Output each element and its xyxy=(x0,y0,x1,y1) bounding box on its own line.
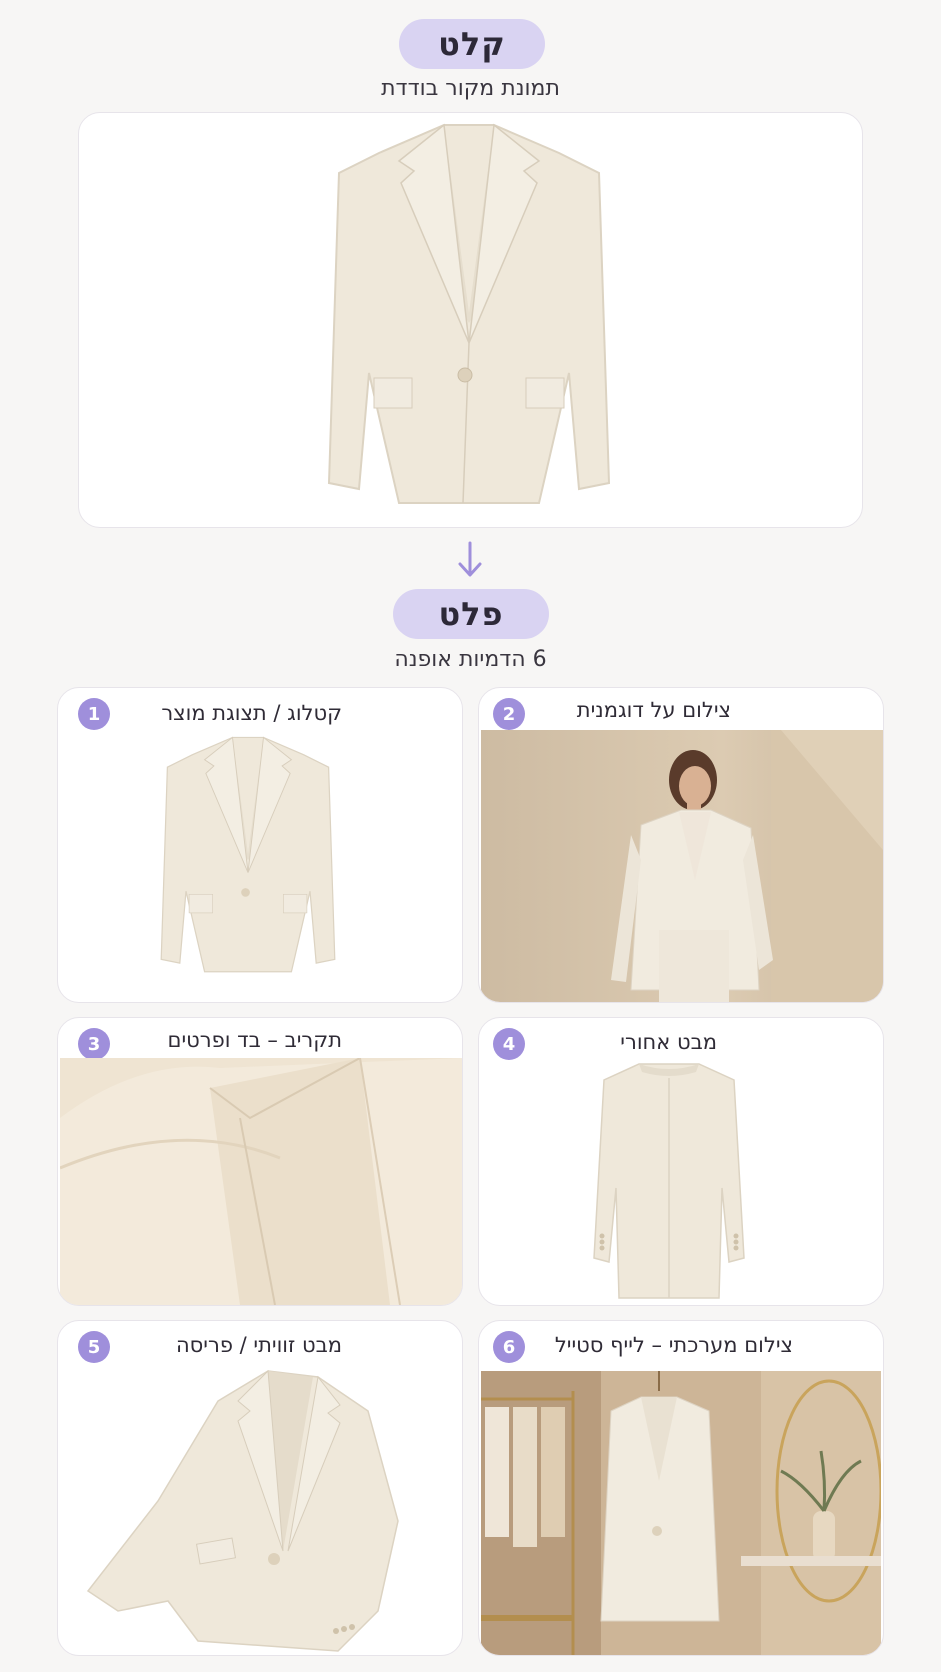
panel-number-badge: 1 xyxy=(78,698,110,730)
output-label-pill: פלט xyxy=(393,589,549,639)
angle-view-image xyxy=(78,1361,444,1653)
output-subtitle: 6 הדמיות אופנה xyxy=(394,647,547,672)
output-label: פלט xyxy=(438,595,504,633)
panel-number-badge: 5 xyxy=(78,1331,110,1363)
catalog-image xyxy=(158,730,338,990)
panel-lifestyle: 6 צילום מערכתי – לייף סטייל xyxy=(478,1320,884,1656)
input-label-pill: קלט xyxy=(399,19,545,69)
blazer-front-image xyxy=(327,123,611,504)
panel-title: מבט זוויתי / פריסה xyxy=(175,1333,342,1357)
panel-number-badge: 6 xyxy=(493,1331,525,1363)
panel-title: מבט אחורי xyxy=(620,1030,717,1054)
panel-angle-view: 5 מבט זוויתי / פריסה xyxy=(57,1320,463,1656)
panel-title: צילום על דוגמנית xyxy=(576,698,731,722)
panel-number-badge: 4 xyxy=(493,1028,525,1060)
panel-model: 2 צילום על דוגמנית xyxy=(478,687,884,1003)
input-subtitle: תמונת מקור בודדת xyxy=(381,76,560,101)
source-image-card xyxy=(78,112,863,528)
panel-title: צילום מערכתי – לייף סטייל xyxy=(554,1333,793,1357)
panel-number-badge: 2 xyxy=(493,698,525,730)
fabric-closeup-photo xyxy=(60,1058,462,1305)
input-label: קלט xyxy=(438,25,506,63)
panel-catalog: 1 קטלוג / תצוגת מוצר xyxy=(57,687,463,1003)
panel-number-badge: 3 xyxy=(78,1028,110,1060)
lifestyle-photo xyxy=(481,1371,881,1655)
panel-title: תקריב – בד ופרטים xyxy=(167,1028,342,1052)
panel-title: קטלוג / תצוגת מוצר xyxy=(161,701,342,725)
back-view-image xyxy=(584,1058,754,1303)
model-photo xyxy=(481,730,883,1002)
panel-closeup: 3 תקריב – בד ופרטים xyxy=(57,1017,463,1306)
arrow-down-icon xyxy=(455,540,485,580)
panel-back-view: 4 מבט אחורי xyxy=(478,1017,884,1306)
